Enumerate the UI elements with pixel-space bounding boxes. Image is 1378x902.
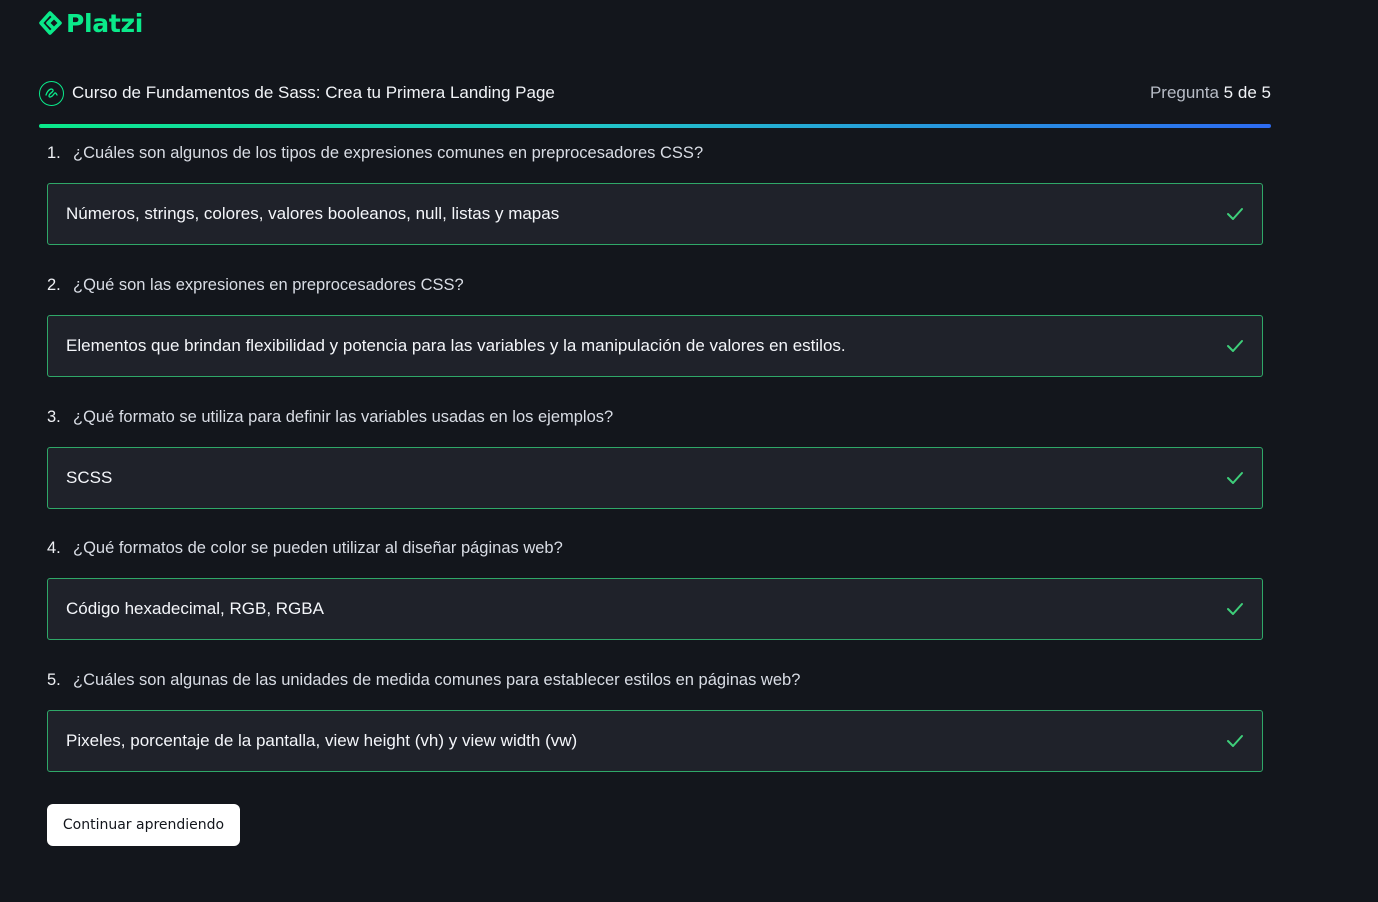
check-icon	[1226, 602, 1244, 616]
counter-current: 5	[1223, 83, 1234, 102]
check-icon	[1226, 339, 1244, 353]
question-label: ¿Qué son las expresiones en preprocesado…	[73, 276, 464, 294]
question-number: 5.	[47, 671, 61, 689]
question-label: ¿Cuáles son algunos de los tipos de expr…	[73, 144, 704, 162]
question-3: 3. ¿Qué formato se utiliza para definir …	[47, 406, 1263, 509]
answer-option[interactable]: Elementos que brindan flexibilidad y pot…	[47, 315, 1263, 377]
counter-separator: de	[1237, 83, 1257, 102]
question-label: ¿Cuáles son algunas de las unidades de m…	[73, 671, 801, 689]
progress-bar	[39, 124, 1271, 128]
check-icon	[1226, 471, 1244, 485]
question-number: 4.	[47, 539, 61, 557]
question-number: 2.	[47, 276, 61, 294]
quiz-header: Curso de Fundamentos de Sass: Crea tu Pr…	[39, 78, 1271, 108]
continue-learning-button[interactable]: Continuar aprendiendo	[47, 804, 240, 846]
question-label: ¿Qué formato se utiliza para definir las…	[73, 408, 614, 426]
answer-text: Código hexadecimal, RGB, RGBA	[66, 599, 324, 618]
answer-option[interactable]: Código hexadecimal, RGB, RGBA	[47, 578, 1263, 640]
platzi-logo-text: Platzi	[66, 8, 144, 38]
answer-text: SCSS	[66, 468, 113, 487]
check-icon	[1226, 734, 1244, 748]
answer-text: Elementos que brindan flexibilidad y pot…	[66, 336, 846, 355]
answer-option[interactable]: SCSS	[47, 447, 1263, 509]
answer-text: Números, strings, colores, valores boole…	[66, 204, 560, 223]
question-4: 4. ¿Qué formatos de color se pueden util…	[47, 537, 1263, 640]
question-1: 1. ¿Cuáles son algunos de los tipos de e…	[47, 142, 1263, 245]
question-text: 5. ¿Cuáles son algunas de las unidades d…	[47, 669, 1263, 691]
question-text: 4. ¿Qué formatos de color se pueden util…	[47, 537, 1263, 559]
question-number: 3.	[47, 408, 61, 426]
check-icon	[1226, 207, 1244, 221]
answer-text: Pixeles, porcentaje de la pantalla, view…	[66, 731, 578, 750]
counter-label: Pregunta	[1149, 83, 1219, 102]
sass-logo-icon	[39, 80, 64, 106]
question-text: 3. ¿Qué formato se utiliza para definir …	[47, 406, 1263, 428]
question-2: 2. ¿Qué son las expresiones en preproces…	[47, 274, 1263, 377]
question-text: 2. ¿Qué son las expresiones en preproces…	[47, 274, 1263, 296]
course-title: Curso de Fundamentos de Sass: Crea tu Pr…	[72, 83, 555, 102]
platzi-logo[interactable]: Platzi	[38, 8, 143, 38]
question-text: 1. ¿Cuáles son algunos de los tipos de e…	[47, 142, 1263, 164]
answer-option[interactable]: Números, strings, colores, valores boole…	[47, 183, 1263, 245]
counter-total: 5	[1261, 83, 1271, 102]
platzi-logo-icon	[39, 11, 62, 35]
question-number: 1.	[47, 144, 61, 162]
question-5: 5. ¿Cuáles son algunas de las unidades d…	[47, 669, 1263, 772]
course-info: Curso de Fundamentos de Sass: Crea tu Pr…	[39, 80, 555, 106]
answer-option[interactable]: Pixeles, porcentaje de la pantalla, view…	[47, 710, 1263, 772]
question-counter: Pregunta 5 de 5	[1150, 83, 1271, 103]
question-label: ¿Qué formatos de color se pueden utiliza…	[73, 539, 563, 557]
